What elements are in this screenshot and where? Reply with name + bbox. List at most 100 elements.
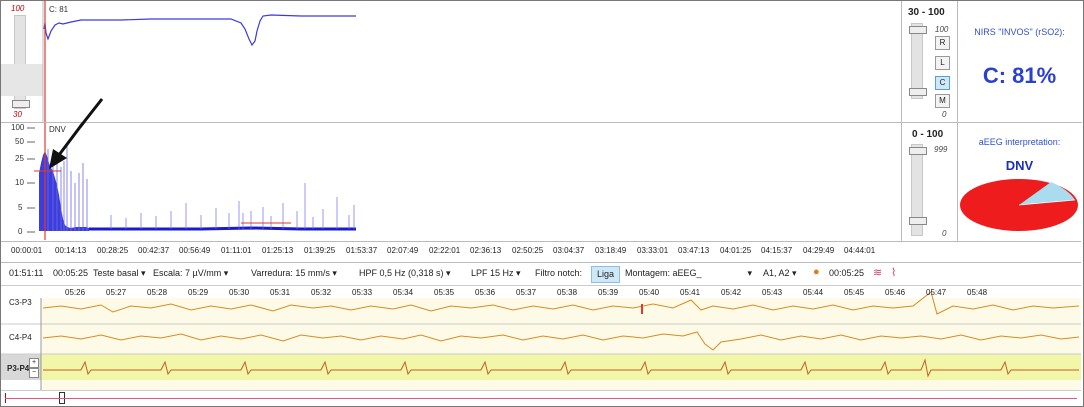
nirs-title: NIRS "INVOS" (rSO2): (974, 27, 1065, 37)
time-tick: 02:22:01 (429, 246, 461, 255)
spike-icon[interactable]: ⌇ (891, 266, 896, 279)
nirs-range-thumb-bottom[interactable] (909, 88, 927, 96)
aeeg-pie-chart (960, 179, 1078, 231)
aeeg-range-slider[interactable] (909, 144, 927, 236)
ctrl-divider (902, 122, 957, 123)
trend-controls: 30 - 100 100 0 R L C M 0 - 100 999 0 (901, 1, 958, 241)
nirs-btn-l[interactable]: L (935, 56, 950, 70)
elapsed-time: 00:05:25 (53, 268, 89, 278)
eeg-second-tick: 05:35 (434, 288, 455, 297)
reference-select[interactable]: A1, A2 ▾ (763, 268, 797, 279)
time-tick: 03:04:37 (553, 246, 585, 255)
notch-label: Filtro notch: (535, 268, 583, 278)
eeg-second-tick: 05:27 (106, 288, 127, 297)
notch-toggle-button[interactable]: Liga (591, 266, 621, 283)
annotation-arrow-top (78, 98, 104, 128)
time-tick: 01:39:25 (304, 246, 336, 255)
mode-select[interactable]: Teste basal ▾ (93, 268, 146, 279)
scale-select[interactable]: Escala: 7 µV/mm ▾ (153, 268, 228, 279)
time-tick: 03:18:49 (595, 246, 627, 255)
eeg-second-tick: 05:26 (65, 288, 86, 297)
eeg-second-tick: 05:32 (311, 288, 332, 297)
wave-icon[interactable]: ≋ (873, 266, 882, 279)
time-tick: 01:53:37 (346, 246, 378, 255)
aeeg-trend-chart (27, 123, 356, 240)
eeg-traces-chart (1, 291, 1081, 390)
time-tick: 04:44:01 (844, 246, 876, 255)
nirs-range-max: 100 (935, 25, 949, 34)
eeg-second-tick: 05:48 (967, 288, 988, 297)
eeg-second-tick: 05:40 (639, 288, 660, 297)
lpf-select[interactable]: LPF 15 Hz ▾ (471, 268, 521, 279)
eeg-second-tick: 05:36 (475, 288, 496, 297)
reference-select-value: A1, A2 (763, 268, 790, 278)
eeg-second-tick: 05:45 (844, 288, 865, 297)
time-tick: 04:15:37 (761, 246, 793, 255)
nirs-range-slider[interactable] (909, 23, 927, 99)
channel-label-c3p3[interactable]: C3-P3 (9, 298, 47, 307)
nirs-band-shade (1, 64, 43, 96)
eeg-second-tick: 05:30 (229, 288, 250, 297)
time-tick: 02:36:13 (470, 246, 502, 255)
eeg-second-tick: 05:29 (188, 288, 209, 297)
annotation-arrow-shaft-top (78, 98, 104, 128)
nirs-value: C: 81% (982, 63, 1057, 88)
time-tick: 02:07:49 (387, 246, 419, 255)
brain-icon[interactable]: ● (813, 266, 820, 278)
montage-select-value: Montagem: aEEG_ (625, 268, 702, 278)
channel-label-c4p4[interactable]: C4-P4 (9, 333, 47, 342)
eeg-scrollbar[interactable] (1, 390, 1081, 405)
eeg-second-tick: 05:43 (762, 288, 783, 297)
time-tick: 00:28:25 (97, 246, 129, 255)
aeeg-range-min: 0 (942, 229, 947, 238)
aeeg-band-spikes-late (110, 183, 355, 229)
channel-plus-button[interactable]: + (29, 358, 39, 368)
nirs-btn-m[interactable]: M (935, 94, 950, 108)
aeeg-range-thumb-bottom[interactable] (909, 217, 927, 225)
time-tick: 01:11:01 (221, 246, 252, 255)
scale-select-value: Escala: 7 µV/mm (153, 268, 222, 278)
mode-select-value: Teste basal (93, 268, 139, 278)
eeg-second-tick: 05:39 (598, 288, 619, 297)
aeeg-trend-panel[interactable]: 100 50 25 10 5 0 DNV (1, 123, 901, 240)
time-tick: 01:25:13 (262, 246, 294, 255)
eeg-second-tick: 05:28 (147, 288, 168, 297)
timer: 00:05:25 (829, 268, 865, 278)
time-tick: 04:29:49 (803, 246, 835, 255)
montage-select[interactable]: Montagem: aEEG_ ▾ (625, 268, 752, 279)
eeg-second-tick: 05:46 (885, 288, 906, 297)
lpf-select-value: LPF 15 Hz (471, 268, 514, 278)
nirs-btn-c[interactable]: C (935, 76, 950, 90)
channel-minus-button[interactable]: − (29, 368, 39, 378)
eeg-second-tick: 05:37 (516, 288, 537, 297)
nirs-range-thumb-top[interactable] (909, 26, 927, 34)
time-tick: 00:56:49 (179, 246, 211, 255)
nirs-btn-r[interactable]: R (935, 36, 950, 50)
aeeg-range-thumb-top[interactable] (909, 147, 927, 155)
aeeg-interpretation-result: DNV (1005, 158, 1034, 173)
eeg-toolbar: 01:51:11 00:05:25 Teste basal ▾ Escala: … (1, 263, 1081, 286)
nirs-range-label: 30 - 100 (908, 7, 945, 18)
aeeg-range-label: 0 - 100 (912, 129, 944, 140)
info-divider (957, 122, 1082, 123)
eeg-second-tick: 05:33 (352, 288, 373, 297)
eeg-second-tick: 05:44 (803, 288, 824, 297)
time-tick: 03:33:01 (637, 246, 669, 255)
aeeg-range-max: 999 (934, 145, 948, 154)
time-tick: 03:47:13 (678, 246, 710, 255)
time-tick: 02:50:25 (512, 246, 544, 255)
aeeg-band-baseline (89, 226, 356, 231)
time-tick: 00:14:13 (55, 246, 87, 255)
hpf-select[interactable]: HPF 0,5 Hz (0,318 s) ▾ (359, 268, 451, 279)
aeeg-interpretation-title: aEEG interpretation: (978, 137, 1061, 147)
sweep-select[interactable]: Varredura: 15 mm/s ▾ (251, 268, 337, 279)
eeg-traces-panel[interactable]: 05:26 05:27 05:28 05:29 05:30 05:31 05:3… (1, 286, 1081, 390)
time-tick: 00:42:37 (138, 246, 170, 255)
eeg-second-tick: 05:31 (270, 288, 291, 297)
info-panel: NIRS "INVOS" (rSO2): C: 81% aEEG interpr… (957, 1, 1082, 241)
eeg-second-tick: 05:47 (926, 288, 947, 297)
eeg-second-tick: 05:34 (393, 288, 414, 297)
channel-label-p3p4[interactable]: P3-P4 (7, 364, 45, 373)
eeg-second-tick: 05:41 (680, 288, 701, 297)
current-time: 01:51:11 (9, 268, 44, 278)
